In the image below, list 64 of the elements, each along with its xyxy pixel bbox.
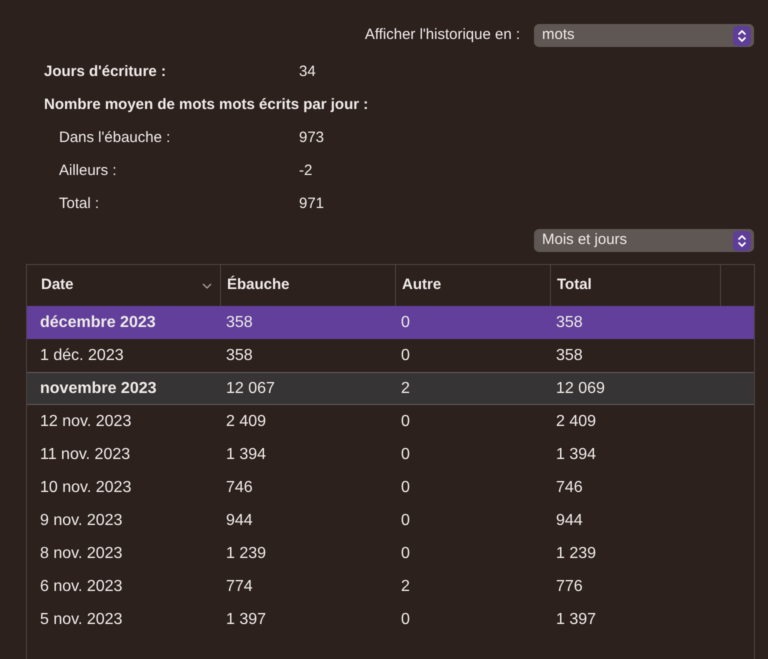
table-cell-text: 1 239 — [225, 544, 268, 564]
table-cell-text: 11 nov. 2023 — [39, 444, 132, 464]
stat-value: 34 — [299, 62, 316, 82]
popup-button[interactable]: Mois et jours — [534, 229, 754, 252]
stat-label: Ailleurs : — [58, 160, 118, 181]
table-cell-text: 0 — [400, 346, 411, 366]
stat-label: Dans l'ébauche : — [58, 128, 172, 148]
table-cell-text: 2 409 — [555, 412, 598, 432]
table-cell-text: 9 nov. 2023 — [39, 510, 124, 530]
stat-label: Total : — [58, 194, 100, 214]
table-cell-text: 2 — [400, 576, 411, 596]
stepper-icon — [733, 230, 751, 250]
table-row[interactable]: 9 nov. 2023 944 0 944 — [27, 504, 754, 537]
table-cell-text: 358 — [225, 346, 254, 366]
table-cell-text: 8 nov. 2023 — [39, 544, 124, 564]
table-cell-text: 1 239 — [555, 544, 598, 564]
table-cell-text: 746 — [555, 478, 584, 498]
stepper-icon — [733, 26, 751, 46]
table-row[interactable]: 12 nov. 2023 2 409 0 2 409 — [27, 405, 754, 438]
table-cell-text: 0 — [400, 478, 411, 498]
table-cell-text: 0 — [400, 510, 411, 530]
table-row[interactable]: 8 nov. 2023 1 239 0 1 239 — [27, 537, 754, 570]
table-cell-text: 6 nov. 2023 — [39, 576, 124, 596]
table-row[interactable]: novembre 2023 12 067 2 12 069 — [27, 372, 754, 405]
table-row[interactable]: 6 nov. 2023 774 2 776 — [27, 570, 754, 603]
stat-value: 971 — [299, 194, 324, 214]
table-cell-text: 358 — [555, 346, 584, 366]
table-cell-text: 944 — [225, 510, 254, 530]
table-cell-text: 746 — [225, 478, 254, 498]
popup-button[interactable]: mots — [534, 24, 754, 47]
table-cell-text: 358 — [555, 312, 584, 332]
table-cell-text: 1 397 — [225, 610, 268, 630]
table-cell-text: 12 067 — [225, 378, 276, 398]
table-cell-text: 0 — [400, 544, 411, 564]
table-cell-text: 2 — [400, 378, 411, 398]
table-cell-text: 0 — [400, 610, 411, 630]
stat-label: Nombre moyen de mots mots écrits par jour : — [44, 94, 368, 115]
table-cell-text: 2 409 — [225, 412, 268, 432]
table-cell-text: 358 — [225, 312, 254, 332]
table-cell-text: 0 — [400, 444, 411, 464]
stat-value: -2 — [299, 160, 312, 181]
history-label: Afficher l'historique en : — [364, 25, 520, 46]
table-cell-text: 0 — [400, 312, 411, 332]
stat-value: 973 — [299, 128, 324, 148]
table-cell-text: 10 nov. 2023 — [39, 478, 132, 498]
table-cell-text: 1 394 — [225, 444, 268, 464]
table-row[interactable]: 11 nov. 2023 1 394 0 1 394 — [27, 438, 754, 471]
table-cell-text: 12 069 — [555, 378, 606, 398]
table-cell-text: 1 394 — [555, 444, 598, 464]
table-row[interactable]: décembre 2023 358 0 358 — [27, 306, 754, 339]
stat-label: Jours d'écriture : — [44, 62, 167, 82]
table-row[interactable]: 10 nov. 2023 746 0 746 — [27, 471, 754, 504]
table-cell-text: 0 — [400, 412, 411, 432]
table-cell-text: décembre 2023 — [39, 312, 157, 332]
table-cell-text: 12 nov. 2023 — [39, 412, 132, 432]
table-row[interactable]: 1 déc. 2023 358 0 358 — [27, 339, 754, 372]
table-cell-text: 1 déc. 2023 — [39, 346, 125, 366]
table-cell-text: 5 nov. 2023 — [39, 610, 124, 630]
table-cell-text: 774 — [225, 576, 254, 596]
table-cell-text: 1 397 — [555, 610, 598, 630]
table-row[interactable]: 5 nov. 2023 1 397 0 1 397 — [27, 603, 754, 636]
table-cell-text: novembre 2023 — [39, 378, 158, 398]
table-cell-text: 944 — [555, 510, 584, 530]
table-cell-text: 776 — [555, 576, 584, 596]
